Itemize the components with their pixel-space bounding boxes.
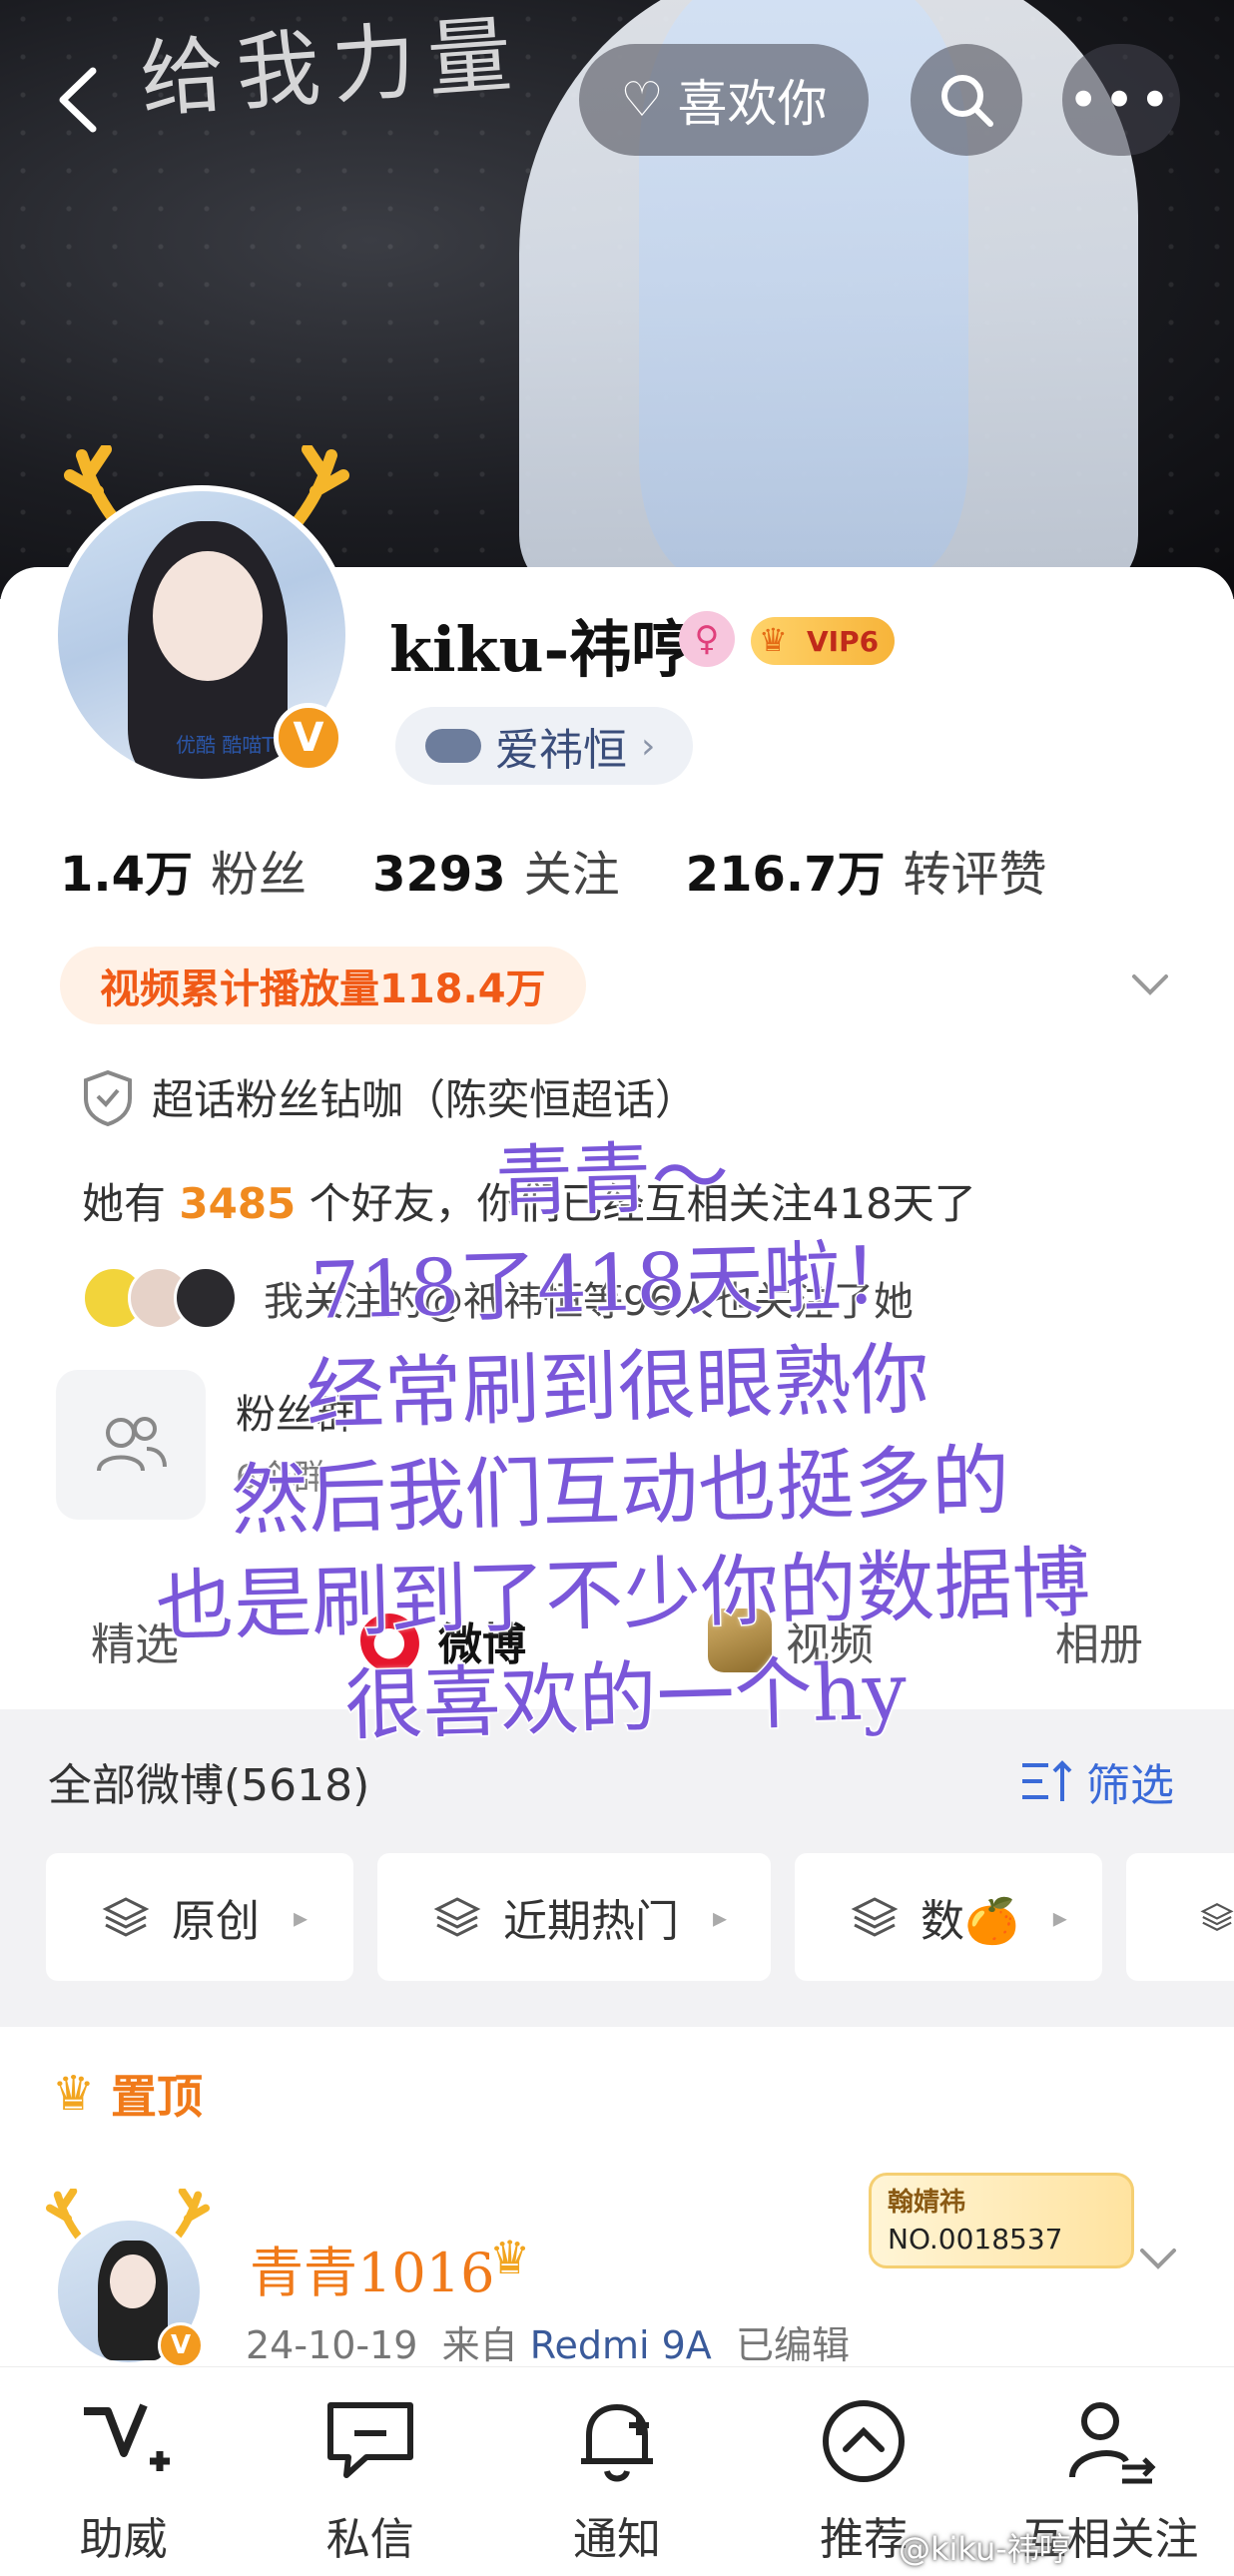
layers-icon [1200, 1903, 1234, 1931]
fanclub-button[interactable]: 爱祎恒 › [395, 707, 694, 785]
avatar-caption: 优酷 酷喵TV [176, 733, 289, 757]
chevron-up-circle-icon [823, 2400, 906, 2482]
user-exchange-icon [1069, 2402, 1156, 2484]
sort-filter-icon [1022, 1760, 1072, 1801]
post-meta: 24-10-19 来自 Redmi 9A 已编辑 [246, 2323, 850, 2367]
search-icon [941, 75, 993, 127]
layers-icon [433, 1897, 481, 1937]
like-you-button[interactable]: ♡ 喜欢你 [579, 44, 869, 156]
chip-arrow-icon: ▸ [713, 1900, 728, 1934]
bell-plus-icon [580, 2403, 653, 2482]
super-topic-badge[interactable]: 超话粉丝钻咖（陈奕恒超话） [82, 1066, 697, 1127]
shield-icon [84, 1069, 132, 1126]
chip-data[interactable]: 数🍊 ▸ [795, 1853, 1102, 1981]
stat-fans[interactable]: 1.4万 粉丝 [60, 835, 307, 905]
video-play-count-pill[interactable]: 视频累计播放量118.4万 [60, 947, 586, 1024]
chip-original[interactable]: 原创 ▸ [46, 1853, 353, 1981]
profile-stats: 1.4万 粉丝 3293 关注 216.7万 转评赞 [60, 835, 1047, 905]
filter-button[interactable]: 筛选 [1018, 1749, 1174, 1813]
stat-following[interactable]: 3293 关注 [372, 835, 620, 905]
chevron-right-icon: › [641, 725, 656, 767]
back-arrow-icon [59, 67, 97, 133]
cheer-v-plus-icon [83, 2403, 170, 2471]
chip-recent-hot[interactable]: 近期热门 ▸ [377, 1853, 771, 1981]
verified-badge-icon: V [158, 2322, 204, 2368]
watermark: @kiku-祎哼 [899, 2530, 1071, 2568]
chip-more[interactable] [1126, 1853, 1234, 1981]
chevron-down-icon[interactable] [1126, 961, 1174, 1008]
fanclub-label: 爱祎恒 [495, 725, 627, 776]
layers-icon [851, 1897, 899, 1937]
post-author-name[interactable]: 青青1016 [250, 2229, 494, 2307]
notify-button[interactable]: 通知 [517, 2391, 717, 2576]
back-button[interactable] [38, 44, 118, 156]
chevron-down-icon[interactable] [1134, 2235, 1182, 2282]
more-button[interactable]: ••• [1062, 44, 1180, 156]
vip-crown-icon: ♛ [759, 621, 788, 659]
cheer-button[interactable]: 助威 [24, 2391, 224, 2576]
verified-badge-icon: V [274, 703, 343, 773]
message-button[interactable]: 私信 [271, 2391, 470, 2576]
chat-bubble-icon [326, 2402, 413, 2478]
stat-reposts-comments-likes[interactable]: 216.7万 转评赞 [686, 835, 1047, 905]
vip-label: VIP6 [807, 624, 880, 658]
layers-icon [102, 1897, 150, 1937]
crown-icon: ♛ [52, 2066, 96, 2122]
like-you-label: 喜欢你 [677, 75, 828, 133]
username: kiku-祎哼 [389, 613, 694, 686]
cloud-icon [425, 729, 481, 763]
vip-badge[interactable]: ♛ VIP6 [751, 617, 896, 665]
hand-heart-icon: ♡ [620, 72, 664, 128]
super-topic-label: 超话粉丝钻咖（陈奕恒超话） [152, 1075, 698, 1124]
fans-card-badge[interactable]: 翰婧祎 NO.0018537 [869, 2173, 1134, 2268]
profile-avatar-wrap[interactable]: 优酷 酷喵TV V [52, 445, 351, 785]
handwritten-message-overlay: 青青～ 718了418天啦！ 经常刷到很眼熟你 然后我们互动也挺多的 也是刷到了… [154, 1131, 1093, 1753]
chip-arrow-icon: ▸ [1052, 1900, 1067, 1934]
female-icon: ♀ [679, 611, 735, 667]
pinned-label: ♛ 置顶 [52, 2066, 204, 2124]
more-dots-icon: ••• [1067, 68, 1175, 132]
chip-arrow-icon: ▸ [294, 1900, 308, 1934]
member-crown-icon: ♛ [489, 2231, 531, 2284]
search-button[interactable] [911, 44, 1022, 156]
